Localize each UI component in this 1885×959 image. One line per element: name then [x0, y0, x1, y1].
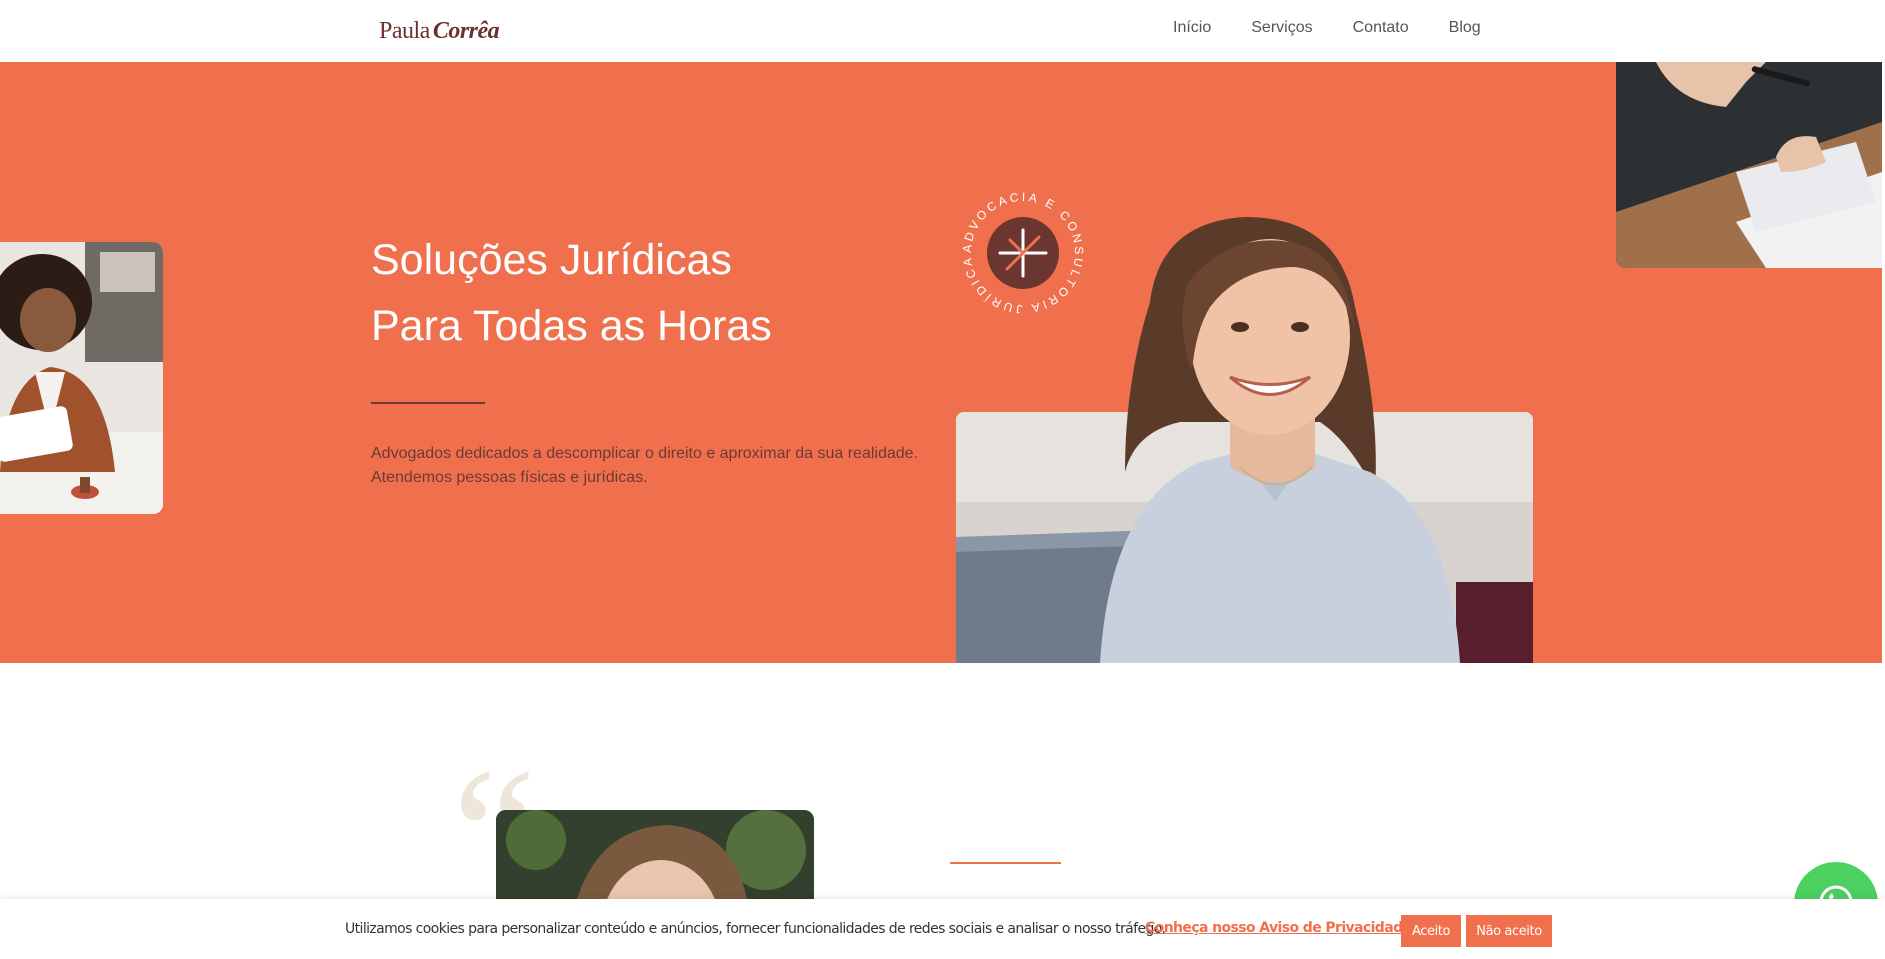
logo-light-text: Paula: [379, 18, 430, 44]
advocacia-badge: ADVOCACIA E CONSULTORIA JURÍDICA: [960, 190, 1086, 316]
hero-title-line2: Para Todas as Horas: [371, 302, 772, 350]
portrait-woman: [1080, 212, 1500, 663]
cookie-text: Utilizamos cookies para personalizar con…: [345, 921, 1166, 937]
accept-cookies-button[interactable]: Aceito: [1401, 915, 1461, 947]
hero-section: Soluções Jurídicas Para Todas as Horas A…: [0, 62, 1882, 663]
nav-item-inicio[interactable]: Início: [1173, 19, 1211, 37]
hero-divider: [371, 402, 485, 404]
site-header: Paula Corrêa Início Serviços Contato Blog: [0, 0, 1885, 62]
hero-image-left: [0, 242, 163, 514]
hero-title-line1: Soluções Jurídicas: [371, 236, 732, 284]
cookie-banner: Utilizamos cookies para personalizar con…: [0, 899, 1885, 959]
reject-cookies-button[interactable]: Não aceito: [1466, 915, 1552, 947]
privacy-notice-link[interactable]: Conheça nosso Aviso de Privacidade: [1145, 920, 1412, 936]
nav-item-blog[interactable]: Blog: [1449, 19, 1481, 37]
hero-description-line2: Atendemos pessoas físicas e jurídicas.: [371, 469, 648, 486]
main-nav: Início Serviços Contato Blog: [1173, 19, 1521, 37]
logo-bold-text: Corrêa: [432, 18, 500, 44]
nav-item-servicos[interactable]: Serviços: [1251, 19, 1312, 37]
hero-image-topright: [1616, 62, 1882, 268]
hero-title: Soluções Jurídicas Para Todas as Horas: [371, 227, 772, 359]
hero-description: Advogados dedicados a descomplicar o dir…: [371, 442, 931, 490]
site-logo[interactable]: Paula Corrêa: [379, 18, 500, 45]
nav-item-contato[interactable]: Contato: [1353, 19, 1409, 37]
hero-description-line1: Advogados dedicados a descomplicar o dir…: [371, 445, 918, 462]
section-divider: [950, 862, 1061, 864]
